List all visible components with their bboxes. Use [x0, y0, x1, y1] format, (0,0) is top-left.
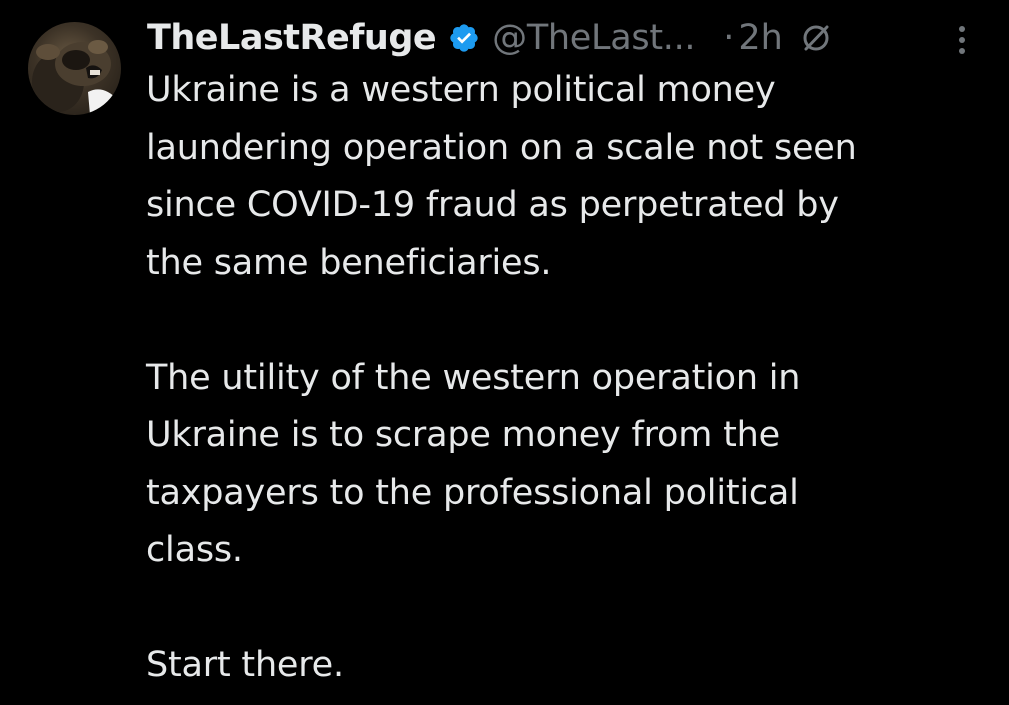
tweet-line: The utility of the western operation in: [146, 357, 801, 398]
tweet-header: TheLastRefuge @TheLast... · 2h: [147, 14, 987, 62]
tweet-paragraph-2: The utility of the western operation in …: [146, 350, 996, 580]
tweet-text: Ukraine is a western political money lau…: [146, 62, 996, 695]
tweet-line: laundering operation on a scale not seen: [146, 127, 857, 168]
separator-dot: ·: [723, 18, 735, 58]
avatar[interactable]: [28, 22, 121, 115]
tweet-paragraph-3: Start there.: [146, 637, 996, 695]
verified-badge-icon: [448, 22, 480, 54]
tweet-paragraph-1: Ukraine is a western political money lau…: [146, 62, 996, 292]
tweet-line: Start there.: [146, 645, 344, 685]
timestamp[interactable]: 2h: [738, 18, 782, 58]
tweet-line: Ukraine is to scrape money from the: [146, 415, 780, 455]
tweet-line: since COVID-19 fraud as perpetrated by: [146, 185, 839, 225]
author-handle[interactable]: @TheLast...: [492, 18, 695, 58]
tweet-line: taxpayers to the professional political: [146, 472, 799, 513]
tweet[interactable]: TheLastRefuge @TheLast... · 2h Ukraine i…: [0, 0, 1009, 705]
more-options-icon[interactable]: [950, 18, 974, 62]
tweet-line: class.: [146, 530, 243, 570]
tweet-line: the same beneficiaries.: [146, 242, 552, 283]
edit-history-icon[interactable]: [799, 21, 833, 55]
author-display-name[interactable]: TheLastRefuge: [147, 18, 437, 58]
tweet-line: Ukraine is a western political money: [146, 70, 776, 110]
